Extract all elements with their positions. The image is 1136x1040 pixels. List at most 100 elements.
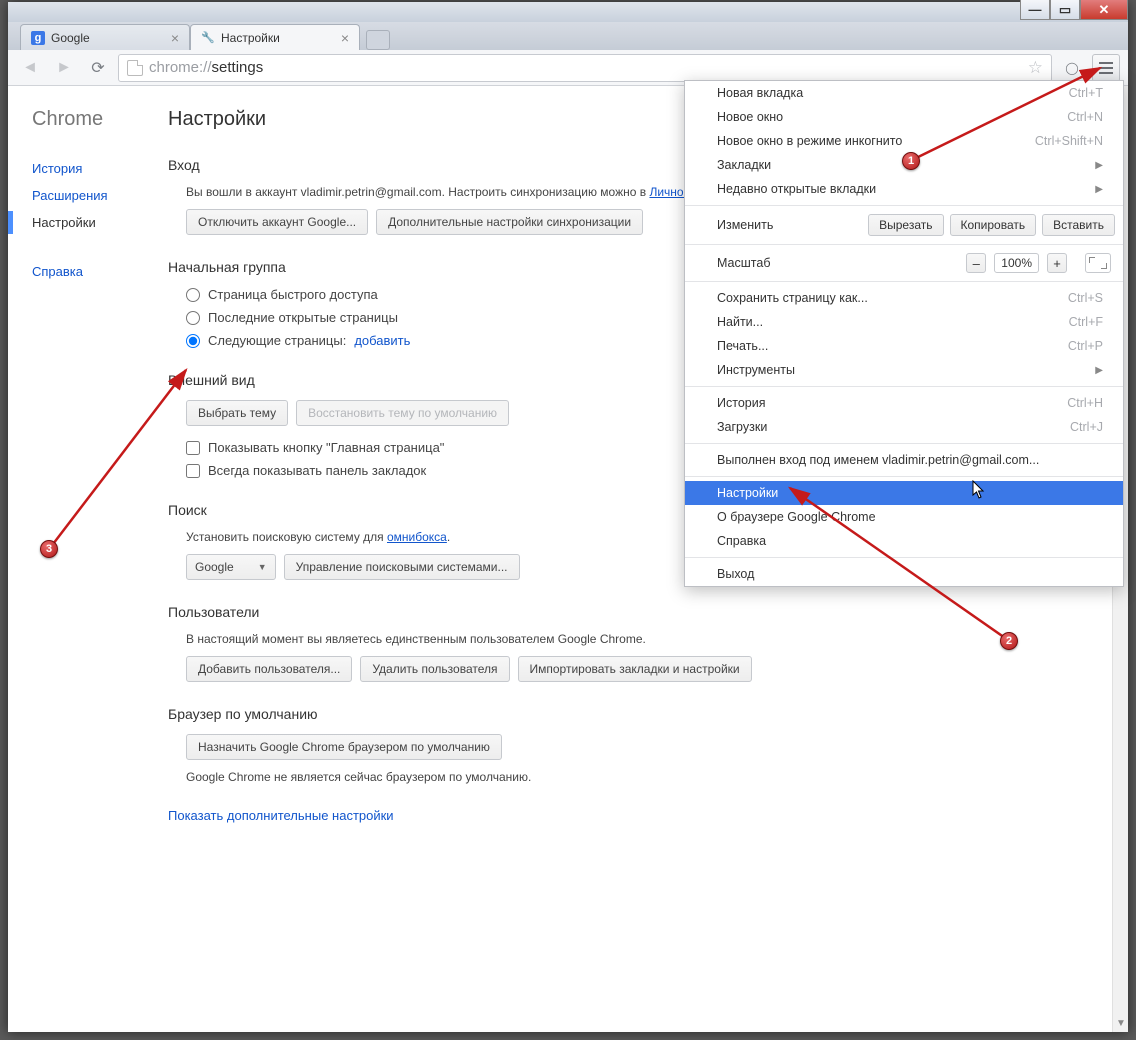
select-value: Google — [195, 560, 234, 574]
radio-label: Следующие страницы: — [208, 333, 346, 348]
tab-label: Настройки — [221, 31, 280, 45]
section-default-browser: Браузер по умолчанию Назначить Google Ch… — [168, 706, 1108, 784]
import-button[interactable]: Импортировать закладки и настройки — [518, 656, 752, 682]
omnibox-link[interactable]: омнибокса — [387, 530, 447, 544]
menu-recent-tabs[interactable]: Недавно открытые вкладки ▶ — [685, 177, 1123, 201]
menu-label: Новая вкладка — [717, 86, 803, 100]
search-engine-select[interactable]: Google ▼ — [186, 554, 276, 580]
sidebar-brand: Chrome — [32, 108, 168, 131]
close-tab-icon[interactable]: × — [171, 30, 179, 46]
maximize-button[interactable]: ▭ — [1050, 0, 1080, 20]
menu-label: Инструменты — [717, 363, 795, 377]
menu-print[interactable]: Печать...Ctrl+P — [685, 334, 1123, 358]
menu-about[interactable]: О браузере Google Chrome — [685, 505, 1123, 529]
section-users: Пользователи В настоящий момент вы являе… — [168, 604, 1108, 682]
menu-settings[interactable]: Настройки — [685, 481, 1123, 505]
menu-label: Выполнен вход под именем vladimir.petrin… — [717, 453, 1039, 467]
choose-theme-button[interactable]: Выбрать тему — [186, 400, 288, 426]
show-advanced-link[interactable]: Показать дополнительные настройки — [168, 808, 1108, 823]
bookmark-star-icon[interactable]: ☆ — [1028, 58, 1043, 78]
chevron-right-icon: ▶ — [1095, 365, 1103, 376]
callout-badge-1: 1 — [902, 152, 920, 170]
sidebar-item-settings[interactable]: Настройки — [32, 209, 168, 236]
chevron-down-icon: ▼ — [258, 562, 267, 572]
edit-label: Изменить — [717, 218, 773, 232]
startup-radio-newtab[interactable] — [186, 288, 200, 302]
fullscreen-button[interactable] — [1085, 253, 1111, 273]
google-favicon-icon: g — [31, 31, 45, 45]
menu-separator — [685, 244, 1123, 245]
menu-new-tab[interactable]: Новая вкладка Ctrl+T — [685, 81, 1123, 105]
tab-google[interactable]: g Google × — [20, 24, 190, 50]
menu-exit[interactable]: Выход — [685, 562, 1123, 586]
menu-find[interactable]: Найти...Ctrl+F — [685, 310, 1123, 334]
zoom-out-button[interactable]: – — [966, 253, 986, 273]
menu-separator — [685, 443, 1123, 444]
menu-help[interactable]: Справка — [685, 529, 1123, 553]
sync-settings-button[interactable]: Дополнительные настройки синхронизации — [376, 209, 643, 235]
reload-button[interactable]: ⟳ — [84, 54, 112, 82]
menu-signed-in[interactable]: Выполнен вход под именем vladimir.petrin… — [685, 448, 1123, 472]
shortcut: Ctrl+J — [1070, 420, 1103, 434]
paste-button[interactable]: Вставить — [1042, 214, 1115, 236]
forward-button[interactable]: ► — [50, 54, 78, 82]
menu-separator — [685, 205, 1123, 206]
radio-label: Страница быстрого доступа — [208, 287, 378, 302]
add-pages-link[interactable]: добавить — [354, 333, 410, 348]
omnibox[interactable]: chrome://settings ☆ — [118, 54, 1052, 82]
menu-downloads[interactable]: ЗагрузкиCtrl+J — [685, 415, 1123, 439]
tab-label: Google — [51, 31, 90, 45]
close-tab-icon[interactable]: × — [341, 30, 349, 46]
show-home-button-checkbox[interactable] — [186, 441, 200, 455]
set-default-browser-button[interactable]: Назначить Google Chrome браузером по умо… — [186, 734, 502, 760]
menu-tools[interactable]: Инструменты ▶ — [685, 358, 1123, 382]
back-button[interactable]: ◄ — [16, 54, 44, 82]
search-text: Установить поисковую систему для — [186, 530, 387, 544]
menu-label: История — [717, 396, 765, 410]
menu-separator — [685, 476, 1123, 477]
close-window-button[interactable]: ✕ — [1080, 0, 1128, 20]
menu-new-window[interactable]: Новое окноCtrl+N — [685, 105, 1123, 129]
manage-search-engines-button[interactable]: Управление поисковыми системами... — [284, 554, 520, 580]
startup-radio-pages[interactable] — [186, 334, 200, 348]
tab-settings[interactable]: 🔧 Настройки × — [190, 24, 360, 50]
shortcut: Ctrl+F — [1069, 315, 1103, 329]
menu-save-as[interactable]: Сохранить страницу как...Ctrl+S — [685, 286, 1123, 310]
shortcut: Ctrl+T — [1069, 86, 1103, 100]
hamburger-icon — [1099, 62, 1113, 74]
menu-edit-row: Изменить Вырезать Копировать Вставить — [685, 210, 1123, 240]
menu-label: Недавно открытые вкладки — [717, 182, 876, 196]
show-bookmarks-bar-checkbox[interactable] — [186, 464, 200, 478]
tab-strip: g Google × 🔧 Настройки × — [8, 22, 1128, 50]
disconnect-account-button[interactable]: Отключить аккаунт Google... — [186, 209, 368, 235]
shortcut: Ctrl+H — [1067, 396, 1103, 410]
shortcut: Ctrl+S — [1068, 291, 1103, 305]
checkbox-label: Всегда показывать панель закладок — [208, 463, 426, 478]
new-tab-button[interactable] — [366, 30, 390, 50]
window-controls: — ▭ ✕ — [1020, 0, 1128, 20]
menu-label: Выход — [717, 567, 754, 581]
menu-incognito[interactable]: Новое окно в режиме инкогнитоCtrl+Shift+… — [685, 129, 1123, 153]
copy-button[interactable]: Копировать — [950, 214, 1037, 236]
minimize-button[interactable]: — — [1020, 0, 1050, 20]
extension-icon[interactable]: ◯ — [1058, 54, 1086, 82]
menu-history[interactable]: История Ctrl+H — [685, 391, 1123, 415]
zoom-in-button[interactable]: + — [1047, 253, 1067, 273]
url-scheme: chrome:// — [149, 59, 212, 76]
checkbox-label: Показывать кнопку "Главная страница" — [208, 440, 444, 455]
delete-user-button[interactable]: Удалить пользователя — [360, 656, 509, 682]
startup-radio-continue[interactable] — [186, 311, 200, 325]
url-path: settings — [212, 59, 264, 76]
add-user-button[interactable]: Добавить пользователя... — [186, 656, 352, 682]
chevron-right-icon: ▶ — [1095, 184, 1103, 195]
main-menu-button[interactable] — [1092, 54, 1120, 82]
sidebar-item-help[interactable]: Справка — [32, 258, 168, 285]
zoom-label: Масштаб — [717, 256, 770, 270]
sidebar-item-extensions[interactable]: Расширения — [32, 182, 168, 209]
section-title: Пользователи — [168, 604, 1108, 620]
sidebar-item-history[interactable]: История — [32, 155, 168, 182]
scroll-down-icon[interactable]: ▼ — [1113, 1015, 1128, 1032]
zoom-value: 100% — [994, 253, 1039, 273]
wrench-icon: 🔧 — [201, 31, 215, 45]
cut-button[interactable]: Вырезать — [868, 214, 943, 236]
